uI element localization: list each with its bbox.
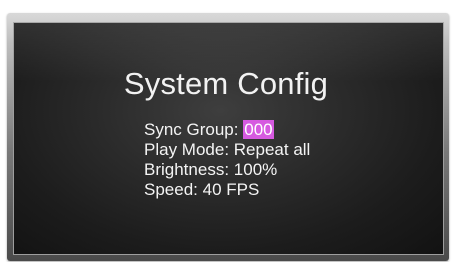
sync-group-value[interactable]: 000	[243, 120, 274, 139]
menu-item-sync-group[interactable]: Sync Group: 000	[144, 120, 310, 140]
menu-item-brightness[interactable]: Brightness: 100%	[144, 160, 310, 180]
menu-item-play-mode[interactable]: Play Mode: Repeat all	[144, 140, 310, 160]
menu-item-speed[interactable]: Speed: 40 FPS	[144, 180, 310, 200]
speed-value[interactable]: 40 FPS	[203, 180, 260, 199]
brightness-label: Brightness:	[144, 160, 230, 179]
sync-group-label: Sync Group:	[144, 120, 239, 139]
menu-title: System Config	[123, 66, 329, 101]
play-mode-label: Play Mode:	[144, 140, 230, 159]
config-menu: Sync Group: 000 Play Mode: Repeat all Br…	[144, 120, 310, 200]
brightness-value[interactable]: 100%	[234, 160, 277, 179]
speed-label: Speed:	[144, 180, 198, 199]
play-mode-value[interactable]: Repeat all	[234, 140, 311, 159]
